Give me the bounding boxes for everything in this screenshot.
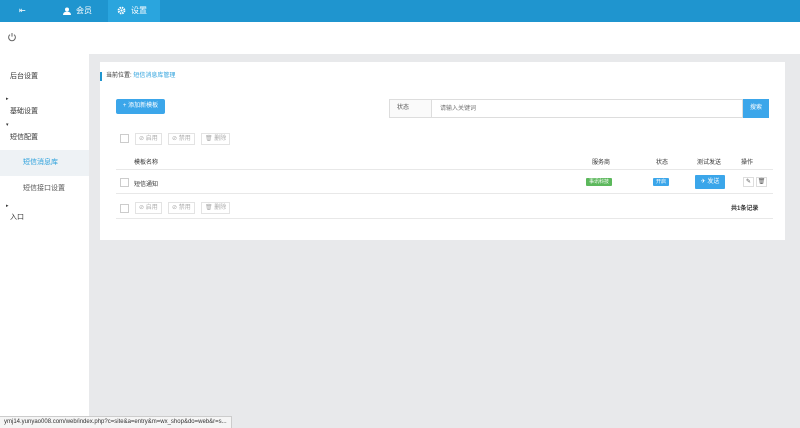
top-navbar: ⇤ 会员 设置 (0, 0, 800, 22)
record-count: 共1条记录 (731, 206, 759, 212)
column-header-provider: 服务商 (592, 160, 611, 166)
bulk-delete-button[interactable]: 🗑 删除 (201, 133, 231, 145)
column-header-test-send: 测试发送 (697, 160, 722, 166)
search-group: 状态 搜索 (389, 99, 769, 118)
row-name: 短信通知 (134, 182, 159, 188)
table-divider (116, 169, 773, 170)
select-all-checkbox[interactable] (120, 134, 129, 143)
sidebar-group-backend[interactable]: 后台设置 (10, 71, 38, 81)
search-input[interactable] (432, 99, 743, 118)
bulk-enable-button[interactable]: ⊘ 启用 (135, 133, 162, 145)
caret-down-icon: ▾ (6, 122, 9, 128)
bulk-delete-button-bottom[interactable]: 🗑 删除 (201, 202, 231, 214)
column-header-action: 操作 (741, 160, 754, 166)
sidebar-item-sms-library[interactable]: 短信消息库 (0, 150, 89, 176)
column-header-status: 状态 (656, 160, 669, 166)
user-icon (63, 7, 71, 15)
bulk-enable-button-bottom[interactable]: ⊘ 启用 (135, 202, 162, 214)
status-badge[interactable]: 开启 (653, 178, 670, 186)
breadcrumb-prefix: 当前位置: (106, 73, 132, 79)
caret-right-icon: ▸ (6, 203, 9, 209)
bulk-disable-button[interactable]: ⊘ 禁用 (168, 133, 195, 145)
trash-icon[interactable]: 🗑 (756, 177, 767, 187)
bulk-disable-button-bottom[interactable]: ⊘ 禁用 (168, 202, 195, 214)
caret-right-icon: ▸ (6, 96, 9, 102)
breadcrumb-current[interactable]: 短信消息库管理 (133, 73, 175, 79)
edit-icon[interactable]: ✎ (743, 177, 754, 187)
sidebar-group-entry[interactable]: 入口 (10, 212, 24, 222)
sub-header (0, 22, 800, 54)
nav-settings-label: 设置 (131, 6, 147, 15)
table-divider (116, 193, 773, 194)
breadcrumb: 当前位置: 短信消息库管理 (100, 72, 175, 81)
table-divider (116, 218, 773, 219)
sidebar-group-basic[interactable]: 基础设置 (10, 106, 38, 116)
browser-status-url: ymj14.yunyao008.com/web/index.php?c=site… (0, 416, 232, 428)
sidebar-item-sms-interface[interactable]: 短信接口设置 (0, 176, 89, 202)
sidebar-group-sms[interactable]: 短信配置 (10, 132, 38, 142)
nav-member[interactable]: 会员 (63, 0, 101, 22)
row-checkbox[interactable] (120, 178, 129, 187)
test-send-button[interactable]: ✈ 发送 (695, 175, 725, 189)
status-filter[interactable]: 状态 (389, 99, 432, 118)
collapse-menu-icon[interactable]: ⇤ (19, 0, 33, 22)
nav-settings[interactable]: 设置 (108, 0, 160, 22)
gear-icon (117, 7, 126, 15)
nav-member-label: 会员 (76, 6, 92, 15)
select-all-checkbox-bottom[interactable] (120, 204, 129, 213)
add-template-button[interactable]: + 添加新模板 (116, 99, 165, 114)
power-icon[interactable] (7, 32, 17, 42)
column-header-name: 模板名称 (134, 160, 159, 166)
search-button[interactable]: 搜索 (743, 99, 769, 118)
provider-badge: 事讯科技 (586, 178, 613, 186)
